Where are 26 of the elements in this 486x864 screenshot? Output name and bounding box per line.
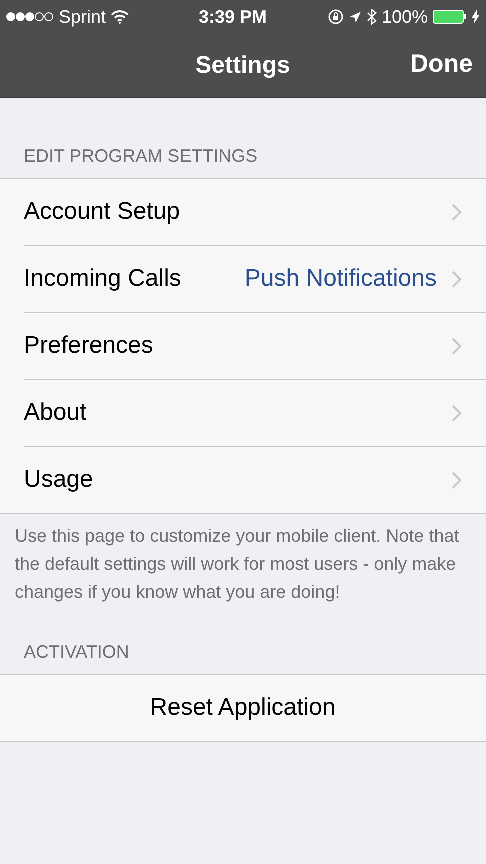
wifi-icon bbox=[111, 10, 130, 24]
section-header: ACTIVATION bbox=[23, 642, 130, 664]
section-header: EDIT PROGRAM SETTINGS bbox=[23, 146, 259, 168]
done-button[interactable]: Done bbox=[410, 50, 473, 79]
status-time: 3:39 PM bbox=[198, 6, 268, 28]
carrier-name: Sprint bbox=[59, 6, 106, 28]
signal-icon bbox=[6, 12, 54, 22]
settings-row[interactable]: About bbox=[24, 380, 486, 447]
chevron-icon bbox=[452, 472, 462, 488]
reset-button[interactable]: Reset Application bbox=[0, 675, 486, 741]
settings-row[interactable]: Usage bbox=[24, 447, 486, 513]
location-icon bbox=[348, 10, 362, 24]
chevron-icon bbox=[452, 270, 462, 288]
rotation-lock-icon bbox=[328, 9, 344, 25]
screen-title: Settings bbox=[196, 52, 290, 80]
chevron-icon bbox=[452, 338, 462, 354]
battery-icon bbox=[433, 10, 467, 24]
chevron-icon bbox=[452, 404, 462, 422]
chevron-icon bbox=[452, 204, 462, 220]
settings-row[interactable]: Account Setup bbox=[24, 179, 486, 246]
battery-percent: 100% bbox=[382, 6, 428, 28]
settings-row[interactable]: Preferences bbox=[24, 313, 486, 380]
charging-icon bbox=[472, 10, 480, 24]
settings-row[interactable]: Incoming Calls Push Notifications bbox=[24, 246, 486, 313]
bluetooth-icon bbox=[366, 9, 377, 25]
section-footer: Use this page to customize your mobile client. Note that the default settings will work for most users - only make changes if you know what you are doing! bbox=[0, 522, 486, 606]
